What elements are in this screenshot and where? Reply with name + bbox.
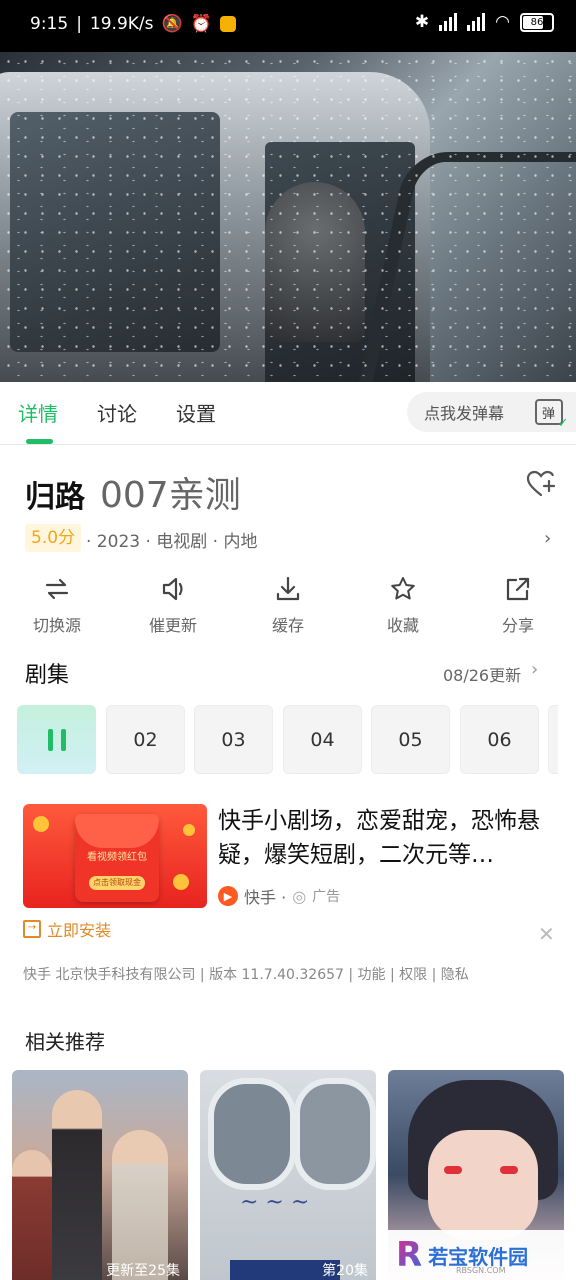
share-button[interactable]: 分享 [478,574,558,636]
signal-2-icon [467,13,486,31]
alarm-icon: ⏰ [190,14,212,34]
recommend-poster[interactable]: 更新至25集 [12,1070,188,1280]
network-speed: 19.9K/s [89,14,154,34]
poster-person-shape [112,1130,168,1280]
switch-source-button[interactable]: 切换源 [17,574,97,636]
status-time: 9:15 [30,14,69,34]
app-notification-icon [219,16,236,32]
poster-eye-shape [444,1166,462,1174]
show-meta: · 2023 · 电视剧 · 内地 [86,532,258,552]
urge-update-button[interactable]: 催更新 [133,574,213,636]
episode-item[interactable]: 04 [283,705,362,774]
poster-window-shape [208,1078,296,1190]
poster-person-shape [12,1150,52,1280]
update-info[interactable]: 08/26更新 [443,662,521,686]
install-icon: → [23,920,41,938]
poster-eye-shape [500,1166,518,1174]
episodes-title: 剧集 [25,663,70,688]
switch-source-icon [45,578,69,600]
show-title: 归路 [25,480,85,515]
ad-company-info[interactable]: 快手 北京快手科技有限公司 | 版本 11.7.40.32657 | 功能 | … [23,964,469,984]
pause-icon [47,728,66,751]
ad-image-banner: 看视频领红包 [87,852,147,863]
wifi-icon: ◠ [495,12,510,32]
share-icon [506,577,530,601]
status-divider: | [76,14,82,34]
bluetooth-icon: ✱ [414,12,430,32]
coin-shape [173,874,189,890]
video-player[interactable] [0,52,576,382]
action-label: 催更新 [148,616,197,635]
status-bar: 9:15 | 19.9K/s 🔕 ⏰ ✱ ◠ 86 [0,0,576,52]
collect-button[interactable]: 收藏 [363,574,443,636]
send-danmaku-button[interactable]: 点我发弹幕 [407,392,521,432]
signal-1-icon [439,13,458,31]
heart-plus-icon[interactable] [525,468,557,500]
action-label: 分享 [501,616,534,635]
episode-item-partial[interactable] [548,705,558,774]
ad-title[interactable]: 快手小剧场，恋爱甜宠，恐怖悬疑，爆笑短剧，二次元等… [218,804,558,872]
mute-bell-icon: 🔕 [161,14,183,34]
action-label: 切换源 [32,616,81,635]
star-icon [391,577,415,600]
poster-face-shape [428,1130,538,1240]
danmaku-toggle-label: 弹 [541,406,555,422]
watermark-small: RBSGN.COM [456,1266,506,1275]
ad-source: ▶ 快手 · ◎ 广告 [218,884,340,908]
coin-shape [183,824,195,836]
install-label: 立即安装 [47,921,112,940]
poster-caption: 第20集 [322,1263,368,1279]
coin-shape [33,816,49,832]
tab-discussion[interactable]: 讨论 [97,398,137,427]
episode-item[interactable]: 02 [106,705,185,774]
active-tab-indicator [26,439,53,444]
action-label: 缓存 [271,616,304,635]
recommend-title: 相关推荐 [25,1030,105,1054]
watermark: R 若宝软件园 RBSGN.COM [388,1230,564,1280]
ad-tag: 广告 [312,889,341,905]
danmaku-icon: 弹 [534,399,569,431]
watermark-logo-icon: R [396,1235,423,1275]
close-ad-icon[interactable]: ✕ [538,922,555,946]
hero-snow-overlay [0,52,576,382]
episode-01-playing[interactable] [17,705,96,774]
poster-logo-mark: ~ ~ ~ [240,1190,310,1215]
episode-item[interactable]: 03 [194,705,273,774]
score-badge: 5.0分 [25,524,82,552]
ad-image-button: 点击领取现金 [89,876,145,890]
ad-source-name: 快手 · [244,888,287,907]
recommend-poster[interactable]: ~ ~ ~ 第20集 [200,1070,376,1280]
tab-details[interactable]: 详情 [18,398,58,427]
kuaishou-icon: ▶ [218,886,238,906]
episode-item[interactable]: 06 [460,705,539,774]
chevron-right-icon[interactable]: › [531,659,538,680]
poster-caption: 更新至25集 [106,1263,180,1279]
install-button[interactable]: → 立即安装 [23,917,111,941]
cache-button[interactable]: 缓存 [248,574,328,636]
download-icon [276,576,300,601]
show-subtitle: 007亲测 [100,475,241,516]
danmaku-toggle-button[interactable]: 弹 [521,392,576,432]
tab-settings[interactable]: 设置 [176,398,216,427]
action-bar: 切换源 催更新 缓存 收藏 分享 [0,574,576,636]
poster-person-shape [52,1090,102,1280]
speaker-icon [162,577,183,601]
action-label: 收藏 [386,616,419,635]
battery-level: 86 [530,16,544,28]
ad-image[interactable]: 看视频领红包 点击领取现金 [23,804,207,908]
poster-window-shape [294,1078,376,1190]
episode-item[interactable]: 05 [371,705,450,774]
battery-icon: 86 [520,12,554,32]
ad-badge-icon: ◎ [292,886,307,906]
chevron-right-icon[interactable]: › [544,528,551,549]
